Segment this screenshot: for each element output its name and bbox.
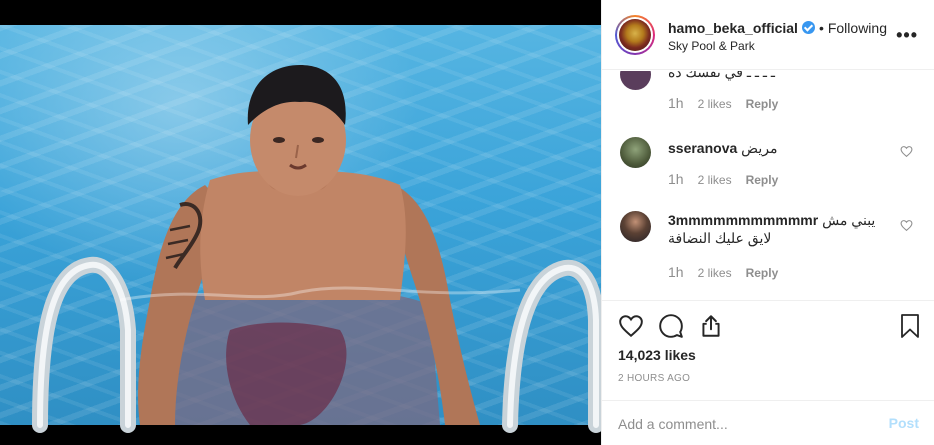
post-location[interactable]: Sky Pool & Park — [668, 39, 755, 53]
following-button[interactable]: Following — [828, 20, 887, 36]
comment-text: ـ ـ ـ ـ في نفسك ده — [668, 71, 775, 80]
comment-likes[interactable]: 2 likes — [698, 266, 732, 280]
heart-icon[interactable] — [618, 313, 644, 339]
post-photo[interactable] — [0, 0, 601, 445]
comment-username[interactable]: 3mmmmmmmmmmmr — [668, 212, 818, 228]
more-options-icon[interactable]: ••• — [896, 25, 918, 46]
comments-list[interactable]: ـ ـ ـ ـ في نفسك ده 1h 2 likes Reply sseran… — [602, 71, 934, 300]
add-comment-input[interactable] — [618, 413, 868, 435]
post-panel: hamo_beka_official • Following Sky Pool & … — [601, 0, 934, 445]
comment-meta: 1h 2 likes Reply — [668, 171, 778, 187]
reply-button[interactable]: Reply — [746, 173, 779, 187]
comment-meta: 1h 2 likes Reply — [668, 264, 778, 280]
post-comment-button[interactable]: Post — [889, 415, 919, 431]
comment-meta: 1h 2 likes Reply — [668, 95, 778, 111]
post-timestamp[interactable]: 2 HOURS AGO — [618, 373, 690, 384]
commenter-avatar[interactable] — [620, 71, 651, 90]
comment-text: مريض — [741, 140, 778, 156]
commenter-avatar[interactable] — [620, 137, 651, 168]
reply-button[interactable]: Reply — [746, 97, 779, 111]
share-icon[interactable] — [698, 313, 724, 339]
comment-time[interactable]: 1h — [668, 95, 684, 111]
post-header: hamo_beka_official • Following Sky Pool & … — [602, 0, 934, 70]
author-line: hamo_beka_official • Following — [668, 20, 887, 36]
comment-likes[interactable]: 2 likes — [698, 173, 732, 187]
swimmer-figure — [32, 65, 601, 433]
bookmark-icon[interactable] — [898, 313, 922, 339]
comment-username[interactable]: sseranova — [668, 140, 737, 156]
author-username[interactable]: hamo_beka_official — [668, 20, 798, 36]
comment-heart-icon[interactable] — [900, 145, 913, 158]
author-avatar[interactable] — [615, 15, 655, 55]
verified-badge-icon — [801, 21, 815, 34]
avatar-image — [619, 19, 651, 51]
reply-button[interactable]: Reply — [746, 266, 779, 280]
post-actions: 14,023 likes 2 HOURS AGO Post — [602, 300, 934, 445]
separator-dot: • — [818, 20, 824, 36]
comment-heart-icon[interactable] — [900, 219, 913, 232]
comment-text: يبني مش — [822, 212, 876, 228]
add-comment-row: Post — [602, 400, 934, 445]
comment-time[interactable]: 1h — [668, 264, 684, 280]
comment-icon[interactable] — [658, 313, 684, 339]
commenter-avatar[interactable] — [620, 211, 651, 242]
comment-text-line2: لايق عليك النضافة — [668, 230, 772, 246]
comment-likes[interactable]: 2 likes — [698, 97, 732, 111]
comment-time[interactable]: 1h — [668, 171, 684, 187]
likes-count[interactable]: 14,023 likes — [618, 347, 696, 363]
